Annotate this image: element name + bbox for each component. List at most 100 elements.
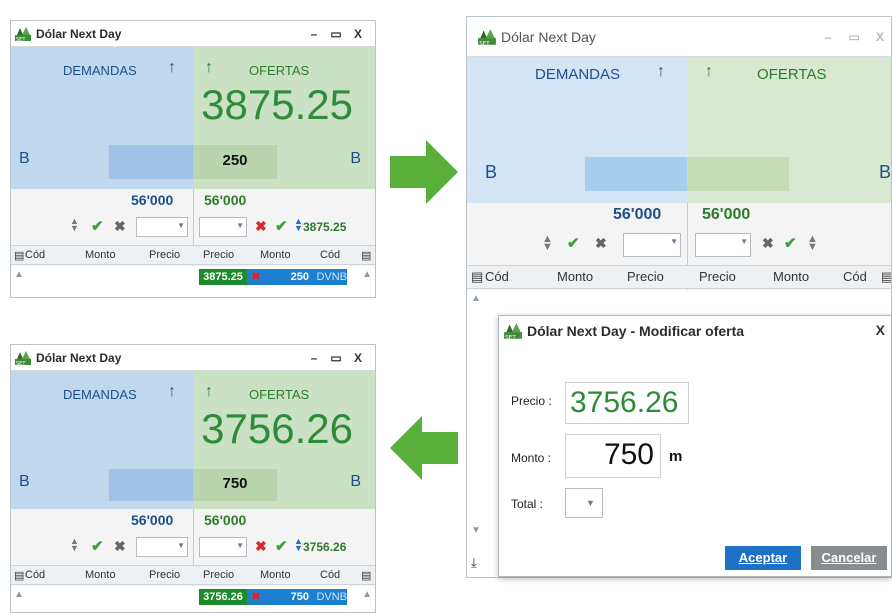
table-row[interactable]: 3875.25 ✖ 250 DVNB [199, 269, 347, 285]
check-icon[interactable]: ✔ [91, 537, 104, 555]
close-icon[interactable]: X [347, 27, 369, 41]
minimize-icon[interactable]: – [303, 27, 325, 41]
scroll-up-icon[interactable]: ▲ [14, 589, 24, 600]
accept-label: Aceptar [738, 550, 788, 565]
col-cod-left[interactable]: Cód [25, 249, 45, 261]
col-precio-right[interactable]: Precio [699, 269, 736, 284]
close-icon[interactable]: X [347, 351, 369, 365]
col-precio-left[interactable]: Precio [149, 569, 180, 581]
ask-select[interactable]: ▼ [199, 537, 247, 557]
bid-volume-bar [585, 157, 687, 191]
maximize-icon[interactable]: ▭ [841, 30, 867, 44]
ctrl-price: 3875.25 [303, 220, 347, 234]
window-title: Dólar Next Day [36, 350, 122, 365]
list-icon[interactable]: ▤ [361, 249, 371, 262]
list-icon[interactable]: ▤ [361, 569, 371, 582]
dropdown-icon: ▼ [236, 221, 244, 230]
ask-select[interactable]: ▼ [695, 233, 751, 257]
x-icon[interactable]: ✖ [114, 218, 126, 235]
updown-icon[interactable]: ▲ ▼ [70, 537, 79, 553]
col-monto-left[interactable]: Monto [85, 569, 116, 581]
col-monto-right[interactable]: Monto [260, 569, 291, 581]
scroll-up-icon[interactable]: ▲ [362, 589, 372, 600]
close-icon[interactable]: X [876, 322, 885, 338]
bid-select[interactable]: ▼ [623, 233, 681, 257]
col-precio-left[interactable]: Precio [149, 249, 180, 261]
cancel-label: Cancelar [821, 550, 877, 565]
ask-b-label: B [350, 150, 361, 167]
scroll-up-icon[interactable]: ▲ [362, 269, 372, 280]
maximize-icon[interactable]: ▭ [325, 351, 347, 365]
x-icon[interactable]: ✖ [255, 538, 267, 555]
svg-text:SET: SET [479, 40, 490, 46]
col-cod-left[interactable]: Cód [25, 569, 45, 581]
list-icon[interactable]: ▤ [471, 269, 483, 285]
logo-icon: SET [503, 321, 523, 341]
col-precio-left[interactable]: Precio [627, 269, 664, 284]
demandas-label: DEMANDAS [535, 66, 621, 83]
col-precio-right[interactable]: Precio [203, 569, 234, 581]
check-icon[interactable]: ✔ [275, 537, 288, 555]
col-monto-right[interactable]: Monto [260, 249, 291, 261]
ctrl-price: 3756.26 [303, 540, 347, 554]
ofertas-label: OFERTAS [249, 63, 310, 78]
x-icon[interactable]: ✖ [595, 235, 607, 252]
x-icon[interactable]: ✖ [762, 235, 774, 252]
demandas-label: DEMANDAS [63, 63, 137, 78]
ask-volume: 56'000 [204, 512, 247, 528]
bid-volume-bar [109, 145, 193, 179]
col-precio-right[interactable]: Precio [203, 249, 234, 261]
updown-icon[interactable]: ▲ ▼ [70, 217, 79, 233]
check-icon[interactable]: ✔ [784, 234, 797, 252]
monto-input[interactable]: 750 [565, 434, 661, 478]
scroll-down-icon[interactable]: ▼ [471, 525, 481, 536]
x-icon[interactable]: ✖ [114, 538, 126, 555]
list-icon[interactable]: ▤ [14, 569, 24, 582]
total-select[interactable]: ▼ [565, 488, 603, 518]
bid-select[interactable]: ▼ [136, 217, 188, 237]
col-cod-right[interactable]: Cód [320, 249, 340, 261]
col-monto-left[interactable]: Monto [557, 269, 593, 284]
cancel-button[interactable]: Cancelar [811, 546, 887, 570]
dialog-title-bar: SET Dólar Next Day - Modificar oferta [499, 316, 891, 346]
close-icon[interactable]: X [867, 30, 891, 44]
ask-volume: 56'000 [702, 206, 751, 223]
x-icon[interactable]: ✖ [255, 218, 267, 235]
scroll-up-icon[interactable]: ▲ [14, 269, 24, 280]
window-title: Dólar Next Day [36, 26, 122, 41]
x-icon[interactable]: ✖ [247, 589, 265, 605]
order-cod: DVNB [316, 271, 347, 283]
minimize-icon[interactable]: – [303, 351, 325, 365]
list-icon[interactable]: ▤ [881, 269, 891, 285]
updown-icon[interactable]: ▲ ▼ [294, 217, 303, 233]
updown-icon[interactable]: ▲ ▼ [542, 234, 553, 253]
check-icon[interactable]: ✔ [275, 217, 288, 235]
updown-icon[interactable]: ▲ ▼ [294, 537, 303, 553]
modify-offer-dialog: SET Dólar Next Day - Modificar oferta X … [498, 315, 892, 577]
scroll-up-icon[interactable]: ▲ [471, 293, 481, 304]
updown-icon[interactable]: ▲ ▼ [807, 234, 818, 253]
col-monto-right[interactable]: Monto [773, 269, 809, 284]
check-icon[interactable]: ✔ [567, 234, 580, 252]
maximize-icon[interactable]: ▭ [325, 27, 347, 41]
window-title: Dólar Next Day [501, 28, 596, 45]
precio-input[interactable]: 3756.26 [565, 382, 689, 424]
title-bar: SET Dólar Next Day – ▭ X [11, 345, 375, 371]
x-icon[interactable]: ✖ [247, 269, 265, 285]
title-bar: SET Dólar Next Day – ▭ X [467, 17, 891, 57]
svg-text:SET: SET [505, 335, 516, 341]
ask-select[interactable]: ▼ [199, 217, 247, 237]
col-cod-right[interactable]: Cód [843, 269, 867, 284]
bid-select[interactable]: ▼ [136, 537, 188, 557]
accept-button[interactable]: Aceptar [725, 546, 801, 570]
table-row[interactable]: 3756.26 ✖ 750 DVNB [199, 589, 347, 605]
svg-text:SET: SET [16, 361, 26, 367]
ofertas-label: OFERTAS [757, 66, 827, 83]
col-cod-right[interactable]: Cód [320, 569, 340, 581]
check-icon[interactable]: ✔ [91, 217, 104, 235]
col-monto-left[interactable]: Monto [85, 249, 116, 261]
minimize-icon[interactable]: – [815, 30, 841, 44]
list-icon[interactable]: ▤ [14, 249, 24, 262]
col-cod-left[interactable]: Cód [485, 269, 509, 284]
download-icon[interactable]: ⤓ [471, 555, 477, 571]
